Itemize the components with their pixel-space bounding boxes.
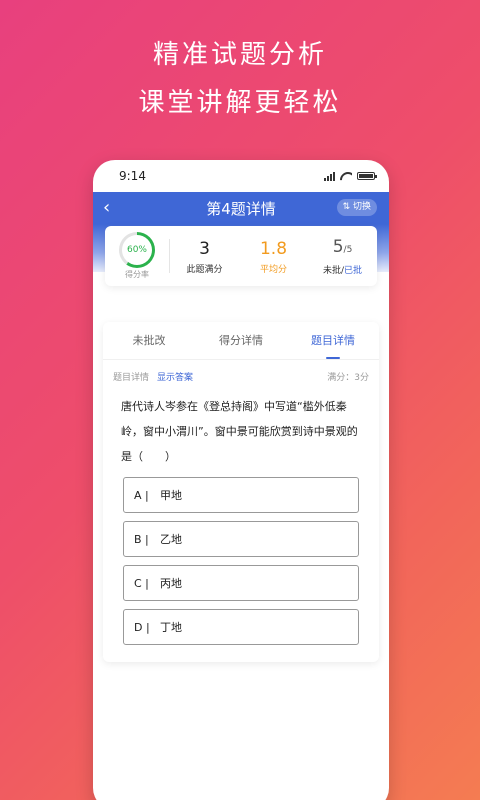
stat-label-graded: 已批 <box>344 266 363 276</box>
option-key: A | <box>134 488 149 502</box>
stat-value: 3 <box>199 238 210 259</box>
option-text: 丁地 <box>160 621 182 634</box>
full-score-text: 满分：3分 <box>327 372 369 383</box>
stats-card: 60% 得分率 3 此题满分 1.8 平均分 5/5 未批/已批 <box>105 226 377 286</box>
option-c[interactable]: C | 丙地 <box>123 565 359 601</box>
switch-button[interactable]: ⇅ 切换 <box>336 199 377 216</box>
page-title: 第4题详情 <box>206 199 276 218</box>
stat-label-ungraded: 未批/ <box>322 266 345 276</box>
signal-icon <box>324 171 335 181</box>
score-rate-label: 得分率 <box>125 270 149 279</box>
score-rate-value: 60% <box>122 235 152 265</box>
show-answer-link[interactable]: 显示答案 <box>157 370 193 383</box>
stat-average: 1.8 平均分 <box>239 238 308 275</box>
stat-value-suffix: /5 <box>343 245 353 255</box>
option-text: 乙地 <box>160 533 182 546</box>
option-b[interactable]: B | 乙地 <box>123 521 359 557</box>
question-text: 唐代诗人岑参在《登总持阁》中写道“槛外低秦岭，窗中小渭川”。窗中景可能欣赏到诗中… <box>121 400 358 463</box>
option-key: B | <box>134 532 149 546</box>
question-card: 未批改 得分详情 题目详情 题目详情 显示答案 满分：3分 唐代诗人岑参在《登总… <box>103 322 379 662</box>
wifi-icon <box>340 172 352 181</box>
stat-value: 5 <box>332 237 344 257</box>
stat-label: 此题满分 <box>186 264 223 275</box>
tab-bar: 未批改 得分详情 题目详情 <box>103 322 379 360</box>
stat-value: 1.8 <box>259 238 288 259</box>
option-key: C | <box>134 576 149 590</box>
options-list: A | 甲地 B | 乙地 C | 丙地 D | 丁地 <box>103 469 379 645</box>
promo-line-1: 精准试题分析 <box>152 40 327 70</box>
status-bar: 9:14 <box>93 160 389 192</box>
option-a[interactable]: A | 甲地 <box>123 477 359 513</box>
stat-graded[interactable]: 5/5 未批/已批 <box>308 236 377 276</box>
tab-score-details[interactable]: 得分详情 <box>195 322 287 359</box>
back-icon[interactable]: ‹ <box>103 197 110 218</box>
battery-icon <box>357 172 377 180</box>
score-rate: 60% 得分率 <box>105 232 169 280</box>
score-rate-ring: 60% <box>119 232 155 268</box>
status-time: 9:14 <box>119 169 146 183</box>
option-d[interactable]: D | 丁地 <box>123 609 359 645</box>
tab-ungraded[interactable]: 未批改 <box>103 322 195 359</box>
stat-label: 平均分 <box>259 264 287 275</box>
meta-label: 题目详情 <box>113 372 150 383</box>
option-text: 丙地 <box>160 577 182 590</box>
option-text: 甲地 <box>160 489 182 502</box>
nav-bar: ‹ 第4题详情 ⇅ 切换 <box>93 192 389 224</box>
phone-frame: 9:14 ‹ 第4题详情 ⇅ 切换 60% 得分率 3 此题满分 1.8 平均分… <box>93 160 389 800</box>
question-meta: 题目详情 显示答案 满分：3分 <box>103 364 379 388</box>
tab-question-details[interactable]: 题目详情 <box>287 322 379 359</box>
stat-full-score: 3 此题满分 <box>170 238 239 275</box>
promo-line-2: 课堂讲解更轻松 <box>138 88 342 118</box>
option-key: D | <box>134 620 150 634</box>
